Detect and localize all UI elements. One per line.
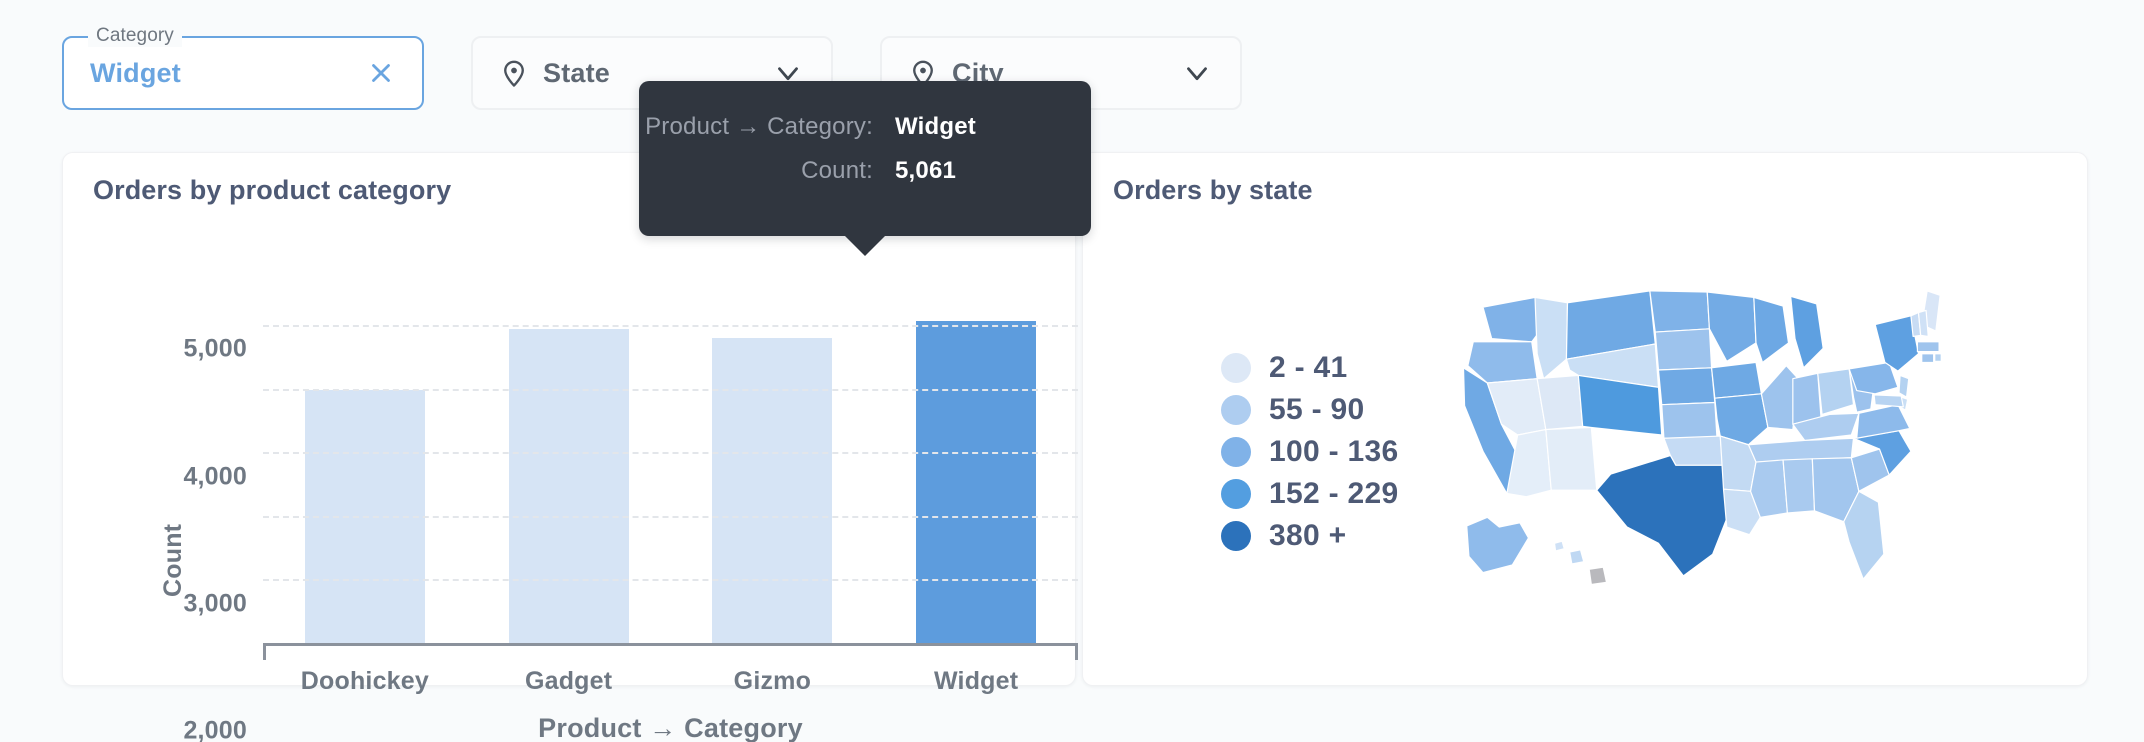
state-mi — [1791, 296, 1824, 368]
state-sd — [1655, 329, 1711, 370]
state-az — [1507, 430, 1551, 497]
state-mn — [1707, 292, 1756, 361]
state-ri — [1935, 354, 1942, 362]
bar-gizmo[interactable] — [712, 338, 832, 643]
legend-label: 152 - 229 — [1269, 477, 1398, 511]
bar-widget[interactable] — [916, 321, 1036, 643]
legend-row[interactable]: 100 - 136 — [1221, 431, 1398, 473]
state-nm — [1546, 427, 1597, 490]
tooltip-value: 5,061 — [873, 157, 981, 185]
state-hi-3 — [1589, 567, 1606, 584]
x-axis-tick-labels: DoohickeyGadgetGizmoWidget — [263, 667, 1078, 696]
us-choropleth-map[interactable] — [1431, 265, 1951, 605]
filter-label-state: State — [543, 58, 610, 89]
state-ma — [1917, 342, 1939, 352]
filter-chip-category[interactable]: Category Widget — [62, 36, 424, 110]
tooltip-row: Count:5,061 — [639, 157, 1091, 185]
legend-label: 100 - 136 — [1269, 435, 1398, 469]
tooltip-key: Count: — [639, 157, 873, 185]
state-id — [1535, 297, 1568, 378]
x-axis-tick-label: Gizmo — [671, 667, 875, 696]
gridline: 2,000 — [263, 516, 1078, 518]
card-title-map: Orders by state — [1113, 175, 1313, 206]
x-axis-line — [263, 643, 1078, 657]
legend-row[interactable]: 152 - 229 — [1221, 473, 1398, 515]
gridline: 3,000 — [263, 452, 1078, 454]
gridline: 5,000 — [263, 325, 1078, 327]
state-ia — [1712, 362, 1762, 398]
state-wi — [1754, 297, 1789, 362]
state-nh — [1919, 310, 1929, 336]
x-axis-tick-label: Doohickey — [263, 667, 467, 696]
state-in — [1793, 373, 1821, 424]
filter-legend-category: Category — [88, 25, 182, 47]
dashboard-page: Category Widget State — [0, 0, 2144, 742]
card-orders-by-state[interactable]: Orders by state 2 - 41 55 - 90 100 - 136 15… — [1082, 152, 2088, 686]
legend-swatch — [1221, 521, 1251, 551]
y-axis-title: Count — [159, 524, 188, 597]
plot-area: 01,0002,0003,0004,0005,000 — [263, 303, 1078, 643]
tooltip-rows: Product → Category:WidgetCount:5,061 — [639, 113, 1091, 201]
bar-cell[interactable] — [874, 303, 1078, 643]
bar-cell[interactable] — [671, 303, 875, 643]
chart-tooltip: Product → Category:WidgetCount:5,061 — [639, 81, 1091, 236]
bar-gadget[interactable] — [509, 329, 629, 643]
legend-label: 2 - 41 — [1269, 351, 1348, 385]
state-hi-2 — [1570, 550, 1584, 564]
legend-label: 380 + — [1269, 519, 1346, 553]
state-ks — [1662, 403, 1717, 439]
x-axis-title: Product → Category — [263, 713, 1078, 742]
legend-swatch — [1221, 353, 1251, 383]
tooltip-key: Product → Category: — [639, 113, 873, 141]
tooltip-row: Product → Category:Widget — [639, 113, 1091, 141]
card-title-bar: Orders by product category — [93, 175, 451, 206]
map-pin-icon — [499, 58, 543, 88]
state-nj — [1899, 375, 1909, 397]
state-tx — [1597, 456, 1731, 576]
legend-swatch — [1221, 395, 1251, 425]
bar-cell[interactable] — [467, 303, 671, 643]
legend-row[interactable]: 2 - 41 — [1221, 347, 1398, 389]
legend-row[interactable]: 380 + — [1221, 515, 1398, 557]
gridline: 4,000 — [263, 389, 1078, 391]
gridline: 1,000 — [263, 579, 1078, 581]
x-axis-tick-label: Widget — [874, 667, 1078, 696]
legend-row[interactable]: 55 - 90 — [1221, 389, 1398, 431]
bar-cell[interactable] — [263, 303, 467, 643]
y-axis-tick-label: 3,000 — [183, 589, 247, 618]
legend-label: 55 - 90 — [1269, 393, 1365, 427]
y-axis-tick-label: 4,000 — [183, 462, 247, 491]
state-hi-1 — [1555, 541, 1565, 551]
y-axis-tick-label: 5,000 — [183, 335, 247, 364]
y-axis-tick-label: 2,000 — [183, 716, 247, 742]
state-ne — [1659, 368, 1715, 405]
filter-value-category: Widget — [90, 58, 181, 89]
state-wa — [1483, 297, 1542, 341]
close-icon[interactable] — [366, 58, 396, 88]
legend-swatch — [1221, 479, 1251, 509]
state-ak — [1467, 517, 1529, 572]
legend-swatch — [1221, 437, 1251, 467]
state-pa — [1849, 362, 1898, 393]
state-ct — [1922, 354, 1934, 363]
map-legend: 2 - 41 55 - 90 100 - 136 152 - 229 380 + — [1221, 347, 1398, 557]
state-ut — [1537, 375, 1583, 429]
tooltip-arrow — [844, 235, 886, 256]
state-nd — [1650, 291, 1710, 332]
x-axis-tick-label: Gadget — [467, 667, 671, 696]
bar-series — [263, 303, 1078, 643]
state-md — [1874, 395, 1903, 407]
tooltip-value: Widget — [873, 113, 981, 141]
state-al — [1783, 459, 1814, 513]
bar-chart: Count 01,0002,0003,0004,0005,000 Doohick… — [63, 217, 1077, 687]
state-oh — [1818, 369, 1854, 415]
chevron-down-icon[interactable] — [1180, 56, 1214, 90]
